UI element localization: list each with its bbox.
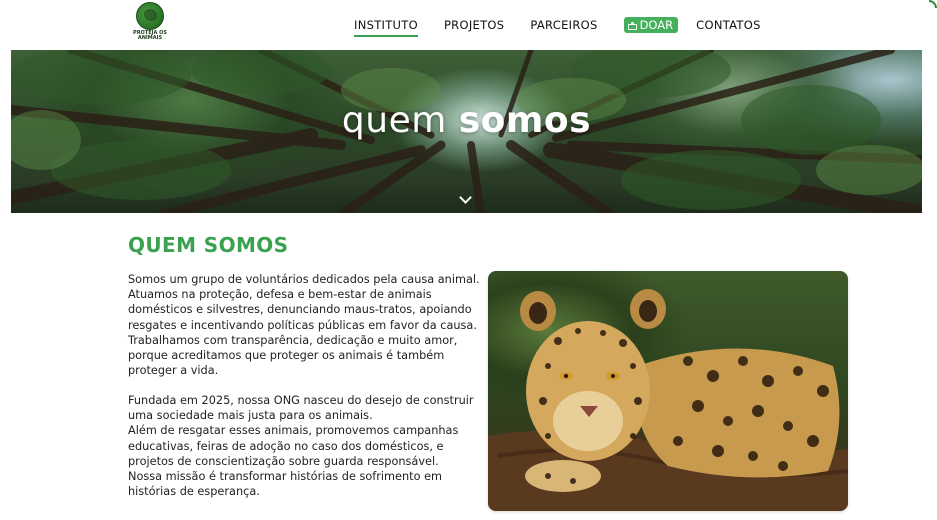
hero-banner: quem somos — [11, 50, 922, 213]
about-p1-line: Somos um grupo de voluntários dedicados … — [128, 273, 480, 286]
nav-item-parceiros[interactable]: PARCEIROS — [530, 18, 597, 32]
logo-globe-icon — [136, 2, 164, 30]
about-p1-line: porque acreditamos que proteger os anima… — [128, 349, 445, 363]
hero-title: quem somos — [11, 100, 922, 141]
about-p2-line: Nossa missão é transformar histórias de … — [128, 470, 443, 484]
about-p2-line: projetos de conscientização sobre guarda… — [128, 454, 439, 468]
about-p1-line: Atuamos na proteção, defesa e bem-estar … — [128, 288, 432, 302]
site-header: PROTEJA OS ANIMAIS INSTITUTO PROJETOS PA… — [0, 0, 937, 50]
about-p2-line: Além de resgatar esses animais, promovem… — [128, 424, 459, 438]
donate-button[interactable]: DOAR — [623, 17, 679, 33]
about-paragraph-1: Somos um grupo de voluntários dedicados … — [128, 272, 480, 378]
section-title: QUEM SOMOS — [128, 233, 289, 257]
logo-text: PROTEJA OS ANIMAIS — [128, 31, 172, 41]
donate-hand-icon — [627, 21, 637, 30]
about-paragraph-2: Fundada em 2025, nossa ONG nasceu do des… — [128, 393, 474, 499]
jaguar-photo — [488, 271, 848, 511]
logo-text-line2: ANIMAIS — [137, 35, 163, 41]
main-nav: INSTITUTO PROJETOS PARCEIROS DOAR CONTAT… — [354, 16, 787, 37]
about-p1-line: resgates e incentivando políticas públic… — [128, 318, 477, 332]
nav-item-contatos[interactable]: CONTATOS — [696, 18, 761, 32]
about-p1-line: proteger a vida. — [128, 364, 219, 378]
nav-item-projetos[interactable]: PROJETOS — [444, 18, 504, 32]
nav-item-instituto[interactable]: INSTITUTO — [354, 18, 418, 37]
about-p2-line: histórias de esperança. — [128, 485, 260, 499]
logo[interactable]: PROTEJA OS ANIMAIS — [128, 2, 172, 46]
corner-decoration — [929, 0, 937, 8]
about-p2-line: Fundada em 2025, nossa ONG nasceu do des… — [128, 394, 474, 407]
about-p2-line: educativas, feiras de adoção no caso dos… — [128, 439, 444, 453]
about-p1-line: domésticos e silvestres, denunciando mau… — [128, 303, 472, 317]
hero-title-light: quem — [341, 100, 447, 141]
about-p2-line: uma sociedade mais justa para os animais… — [128, 409, 373, 423]
donate-label: DOAR — [639, 18, 674, 32]
hero-title-bold: somos — [458, 100, 592, 141]
jaguar-image — [488, 289, 848, 511]
about-p1-line: Trabalhamos com transparência, dedicação… — [128, 333, 458, 347]
